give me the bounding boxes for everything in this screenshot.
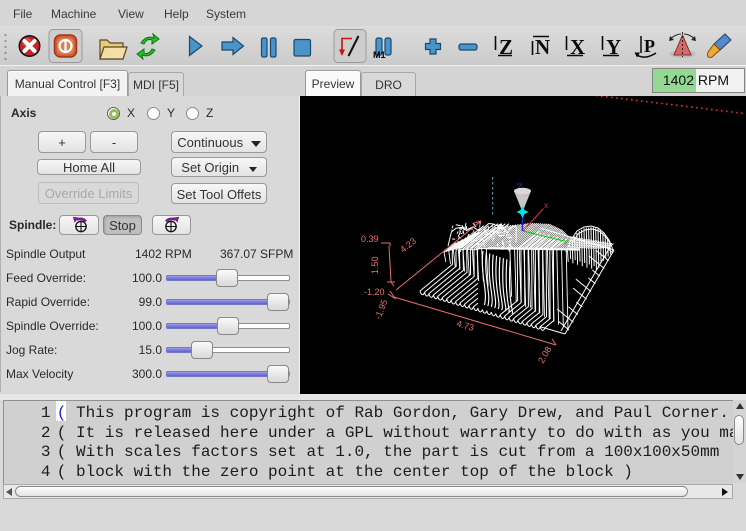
svg-text:2.08: 2.08 [536,345,553,365]
svg-text:y: y [564,237,568,246]
svg-text:4.23: 4.23 [398,236,418,255]
svg-text:-1.20: -1.20 [364,287,385,297]
svg-text:x: x [544,201,548,210]
svg-text:1.50: 1.50 [370,256,380,274]
svg-text:0.39: 0.39 [361,234,379,244]
svg-text:-1.95: -1.95 [373,298,390,321]
svg-text:M1: M1 [373,50,386,60]
svg-text:P: P [644,36,655,56]
svg-text:N: N [535,35,550,59]
